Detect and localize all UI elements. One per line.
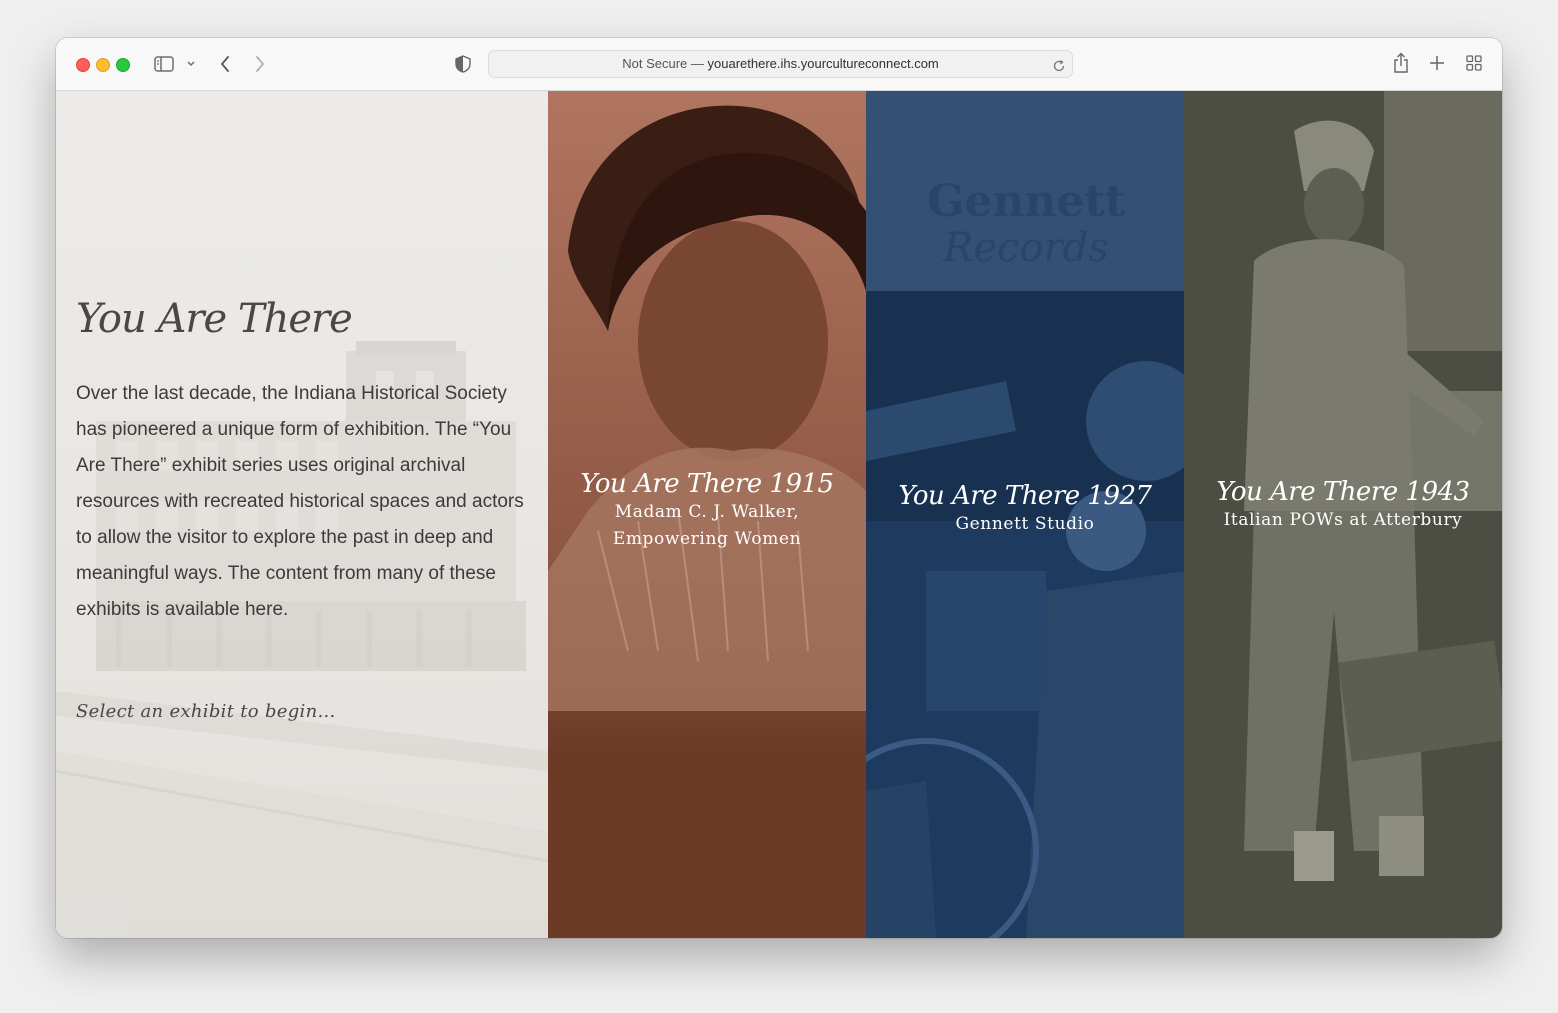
sidebar-icon[interactable]	[153, 54, 175, 74]
chevron-down-icon[interactable]	[185, 57, 197, 71]
select-exhibit-prompt: Select an exhibit to begin...	[76, 701, 336, 722]
browser-window: Not Secure — youarethere.ihs.yourculture…	[56, 38, 1502, 938]
brand-logo: You Are There	[76, 296, 353, 342]
exhibit-year-script: You Are There 1927	[898, 481, 1152, 511]
exhibit-card-walker[interactable]: You Are There 1915 Madam C. J. Walker, E…	[548, 91, 866, 938]
new-tab-icon[interactable]	[1428, 54, 1446, 72]
url-host: youarethere.ihs.yourcultureconnect.com	[707, 56, 939, 71]
gennett-sign-word1: Gennett	[927, 176, 1126, 227]
back-icon[interactable]	[216, 53, 234, 75]
gennett-sign-word2: Records	[942, 225, 1109, 271]
exhibit-caption-atterbury: You Are There 1943 Italian POWs at Atter…	[1184, 477, 1502, 534]
page-content: You Are There Over the last decade, the …	[56, 91, 1502, 938]
close-window-button[interactable]	[76, 58, 90, 72]
exhibit-title-line2: Empowering Women	[612, 529, 802, 549]
exhibit-year-script: You Are There 1943	[1216, 477, 1470, 507]
exhibit-title-line1: Madam C. J. Walker,	[614, 502, 800, 522]
exhibit-caption-gennett: You Are There 1927 Gennett Studio	[866, 481, 1184, 538]
tab-overview-icon[interactable]	[1465, 54, 1483, 72]
share-icon[interactable]	[1391, 51, 1411, 75]
url-security-label: Not Secure —	[622, 56, 704, 71]
privacy-shield-icon[interactable]	[454, 54, 472, 74]
exhibit-title-line1: Italian POWs at Atterbury	[1223, 510, 1463, 530]
reload-icon[interactable]	[1052, 56, 1066, 82]
intro-description: Over the last decade, the Indiana Histor…	[76, 383, 524, 620]
zoom-window-button[interactable]	[116, 58, 130, 72]
intro-panel: You Are There Over the last decade, the …	[56, 91, 548, 938]
exhibit-card-gennett[interactable]: Gennett Records You Are There 1927 Genne…	[866, 91, 1184, 938]
exhibit-card-atterbury[interactable]: You Are There 1943 Italian POWs at Atter…	[1184, 91, 1502, 938]
address-bar[interactable]: Not Secure — youarethere.ihs.yourculture…	[488, 50, 1073, 78]
browser-toolbar: Not Secure — youarethere.ihs.yourculture…	[56, 38, 1502, 91]
exhibit-caption-walker: You Are There 1915 Madam C. J. Walker, E…	[548, 469, 866, 553]
forward-icon[interactable]	[251, 53, 269, 75]
minimize-window-button[interactable]	[96, 58, 110, 72]
exhibit-title-line1: Gennett Studio	[955, 514, 1095, 534]
exhibit-year-script: You Are There 1915	[580, 469, 834, 499]
